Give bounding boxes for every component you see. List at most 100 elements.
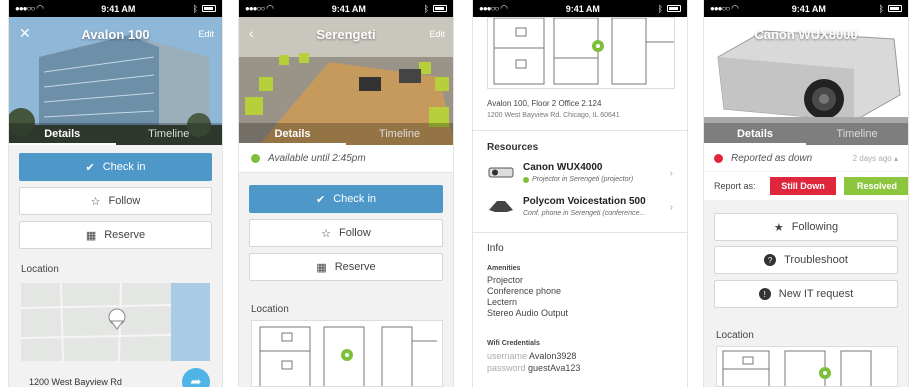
resource-subtitle-text: Projector in Serengeti (projector)	[532, 176, 634, 183]
resource-name: Polycom Voicestation 500	[523, 196, 646, 207]
check-in-button[interactable]: ✔ Check in	[19, 153, 212, 181]
resource-item[interactable]: Polycom Voicestation 500 Conf. phone in …	[473, 194, 687, 226]
reported-status-row[interactable]: Reported as down 2 days ago ▴	[704, 145, 908, 171]
tab-timeline[interactable]: Timeline	[116, 123, 223, 145]
projector-icon	[488, 167, 514, 178]
resolved-button[interactable]: Resolved	[844, 177, 908, 195]
check-in-button[interactable]: ✔ Check in	[249, 185, 443, 213]
reserve-label: Reserve	[334, 261, 376, 273]
follow-button[interactable]: ☆ Follow	[19, 187, 212, 215]
still-down-button[interactable]: Still Down	[770, 177, 836, 195]
building-address: 1200 West Bayview Rd	[29, 377, 122, 387]
wifi-password-row: password guestAva123	[487, 363, 580, 373]
directions-button[interactable]: ➦	[182, 368, 210, 387]
alert-icon: !	[758, 288, 771, 300]
tab-timeline[interactable]: Timeline	[346, 123, 453, 145]
amenity-item: Stereo Audio Output	[487, 308, 569, 318]
troubleshoot-label: Troubleshoot	[784, 254, 848, 266]
tab-timeline[interactable]: Timeline	[806, 123, 908, 145]
location-heading: Location	[21, 264, 59, 275]
status-bar: ●●●○○ ◠ 9:41 AM ᛒ	[9, 0, 222, 17]
star-outline-icon: ☆	[321, 227, 332, 240]
bluetooth-icon: ᛒ	[423, 3, 429, 14]
bluetooth-icon: ᛒ	[657, 3, 663, 14]
reserve-button[interactable]: ▦ Reserve	[249, 253, 443, 281]
floor-plan-graphic	[493, 18, 674, 85]
divider	[473, 130, 687, 131]
phone-screen-building: ●●●○○ ◠ 9:41 AM ᛒ ✕ Avalon 100 Edit Detai…	[8, 0, 223, 387]
floor-plan[interactable]	[487, 17, 675, 89]
status-time: 9:41 AM	[565, 3, 600, 14]
tab-details[interactable]: Details	[9, 123, 116, 145]
room-hero-image: ‹ Serengeti Edit Details Timeline	[239, 17, 453, 145]
status-time: 9:41 AM	[791, 3, 826, 14]
following-button[interactable]: ★ Following	[714, 213, 898, 241]
status-time: 9:41 AM	[331, 3, 366, 14]
floor-office-line: Avalon 100, Floor 2 Office 2.124	[487, 99, 602, 108]
username-label: username	[487, 351, 528, 361]
star-filled-icon: ★	[773, 221, 784, 234]
resource-name: Canon WUX4000	[523, 162, 603, 173]
down-dot-icon	[714, 153, 723, 163]
location-map[interactable]	[21, 283, 210, 361]
building-hero-image: ✕ Avalon 100 Edit Details Timeline	[9, 17, 222, 145]
wifi-icon: ◠	[266, 3, 275, 13]
wifi-username-row: username Avalon3928	[487, 351, 576, 361]
status-bar: ●●●○○ ◠ 9:41 AM ᛒ	[239, 0, 453, 17]
username-value: Avalon3928	[529, 351, 577, 361]
battery-icon	[202, 5, 216, 12]
available-dot-icon	[523, 176, 529, 183]
resource-title: Canon WUX8000	[754, 27, 858, 42]
phone-screen-resource: ●●●○○ ◠ 9:41 AM ᛒ ‹ Canon WUX8000 Details…	[703, 0, 909, 387]
new-it-request-button[interactable]: ! New IT request	[714, 280, 898, 308]
room-title: Serengeti	[316, 27, 376, 42]
resource-subtitle: Projector in Serengeti (projector)	[523, 176, 633, 183]
troubleshoot-button[interactable]: ? Troubleshoot	[714, 246, 898, 274]
floor-plan[interactable]	[716, 346, 898, 387]
follow-label: Follow	[339, 227, 371, 239]
directions-icon: ➦	[190, 374, 202, 387]
amenity-item: Conference phone	[487, 286, 562, 296]
building-title: Avalon 100	[81, 27, 150, 42]
battery-icon	[888, 5, 902, 12]
edit-button[interactable]: Edit	[429, 29, 445, 39]
room-address-line: 1200 West Bayview Rd. Chicago, IL 60641	[487, 112, 620, 119]
reserve-label: Reserve	[104, 229, 146, 241]
battery-icon	[433, 5, 447, 12]
calendar-icon: ▦	[85, 229, 97, 242]
map-graphic	[21, 283, 210, 361]
phone-screen-room-info: ●●●○○ ◠ 9:41 AM ᛒ Avalon 100, Floor 2 Off…	[472, 0, 688, 387]
reserve-button[interactable]: ▦ Reserve	[19, 221, 212, 249]
chevron-right-icon: ›	[669, 202, 673, 213]
new-it-request-label: New IT request	[778, 288, 854, 300]
tab-details[interactable]: Details	[239, 123, 346, 145]
location-heading: Location	[716, 330, 754, 341]
location-heading: Location	[251, 304, 289, 315]
check-in-label: Check in	[333, 193, 376, 205]
status-bar: ●●●○○ ◠ 9:41 AM ᛒ	[473, 0, 687, 17]
resource-item[interactable]: Canon WUX4000 Projector in Serengeti (pr…	[473, 160, 687, 192]
calendar-icon: ▦	[316, 261, 327, 274]
detail-tabs: Details Timeline	[239, 123, 453, 145]
report-as-label: Report as:	[714, 181, 756, 191]
status-time: 9:41 AM	[101, 3, 136, 14]
edit-button[interactable]: Edit	[198, 29, 214, 39]
password-label: password	[487, 363, 526, 373]
tab-details[interactable]: Details	[704, 123, 806, 145]
checkmark-icon: ✔	[85, 161, 95, 174]
availability-status: Available until 2:45pm	[239, 145, 453, 173]
star-outline-icon: ☆	[90, 195, 101, 208]
info-heading: Info	[487, 243, 504, 254]
status-bar: ●●●○○ ◠ 9:41 AM ᛒ	[704, 0, 908, 17]
resource-hero-image: ‹ Canon WUX8000 Details Timeline	[704, 17, 908, 145]
password-value: guestAva123	[528, 363, 581, 373]
check-in-label: Check in	[102, 161, 146, 173]
amenity-item: Projector	[487, 275, 524, 285]
floor-plan-graphic	[259, 326, 437, 386]
available-dot-icon	[251, 154, 260, 163]
floor-plan[interactable]	[251, 320, 443, 387]
signal-dots: ●●●○○	[15, 4, 35, 13]
follow-button[interactable]: ☆ Follow	[249, 219, 443, 247]
floor-plan-graphic	[722, 350, 872, 386]
wifi-heading: Wifi Credentials	[487, 340, 540, 347]
